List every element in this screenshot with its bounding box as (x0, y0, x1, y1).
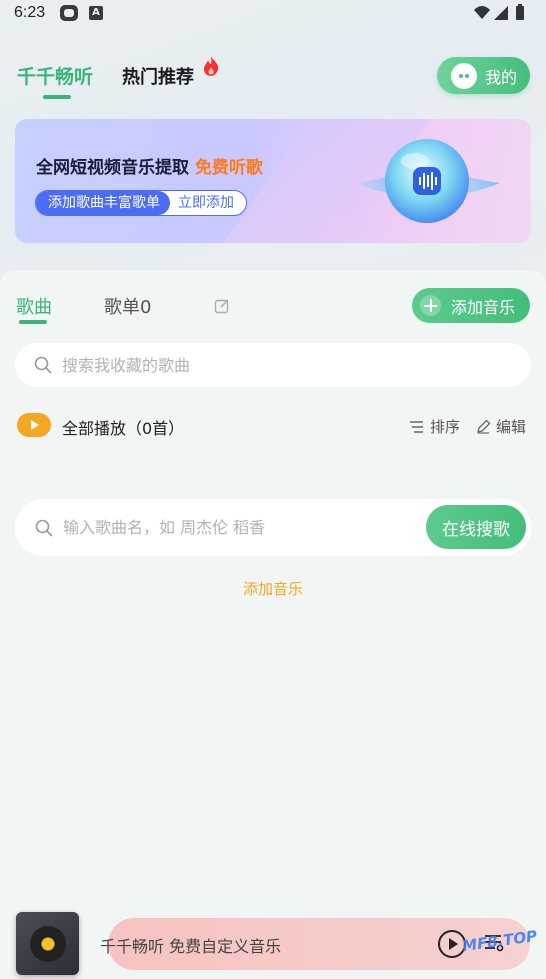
tab-qianqian[interactable]: 千千畅听 (17, 62, 93, 89)
status-bar: 6:23 A (0, 0, 546, 28)
play-all-icon[interactable] (17, 413, 51, 437)
search-icon (34, 356, 52, 374)
tab-songs-indicator (19, 320, 47, 324)
online-search-bar[interactable]: 在线搜歌 (15, 499, 531, 556)
tab-active-indicator (43, 95, 71, 99)
banner-title-main: 全网短视频音乐提取 (36, 158, 189, 178)
sort-label: 排序 (430, 418, 461, 436)
banner-add-pill[interactable]: 添加歌曲丰富歌单 立即添加 (35, 190, 247, 216)
search-icon (35, 519, 53, 536)
edit-button[interactable]: 编辑 (476, 416, 526, 437)
app-notification-icon: A (89, 6, 103, 20)
play-all-label[interactable]: 全部播放（0首） (62, 415, 184, 439)
notification-icon (60, 5, 78, 21)
promo-banner[interactable]: 全网短视频音乐提取 免费听歌 添加歌曲丰富歌单 立即添加 (15, 119, 531, 243)
sort-icon (410, 420, 423, 433)
avatar-icon (451, 62, 477, 89)
edit-icon[interactable] (214, 298, 230, 314)
pencil-icon (477, 419, 491, 434)
tab-hot-recommend[interactable]: 热门推荐 (122, 63, 194, 89)
music-disc-icon (30, 926, 66, 962)
add-now-button[interactable]: 立即添加 (170, 191, 246, 215)
online-search-button[interactable]: 在线搜歌 (426, 505, 526, 549)
tab-songs[interactable]: 歌曲 (16, 293, 52, 319)
wifi-signal-battery-icon (474, 4, 524, 20)
tab-playlists[interactable]: 歌单0 (104, 293, 151, 319)
add-music-button[interactable]: 添加音乐 (412, 288, 530, 323)
banner-title: 全网短视频音乐提取 免费听歌 (36, 153, 263, 178)
sort-button[interactable]: 排序 (409, 416, 460, 437)
plus-icon (420, 295, 441, 316)
status-time: 6:23 (14, 4, 46, 21)
add-music-link[interactable]: 添加音乐 (0, 578, 546, 599)
my-profile-label: 我的 (485, 67, 518, 87)
banner-title-highlight: 免费听歌 (194, 158, 263, 178)
add-music-label: 添加音乐 (451, 297, 516, 317)
favorite-search-bar[interactable] (15, 343, 531, 387)
voice-orb-icon (355, 139, 500, 223)
album-cover[interactable] (16, 912, 79, 975)
fire-icon (204, 56, 219, 76)
play-all-row: 全部播放（0首） 排序 编辑 (17, 412, 529, 440)
my-profile-button[interactable]: 我的 (437, 57, 530, 94)
edit-label: 编辑 (496, 418, 527, 436)
banner-pill-left-label: 添加歌曲丰富歌单 (36, 191, 170, 215)
favorite-search-input[interactable] (62, 355, 362, 375)
player-title: 千千畅听 免费自定义音乐 (100, 937, 282, 956)
online-search-input[interactable] (63, 518, 363, 537)
